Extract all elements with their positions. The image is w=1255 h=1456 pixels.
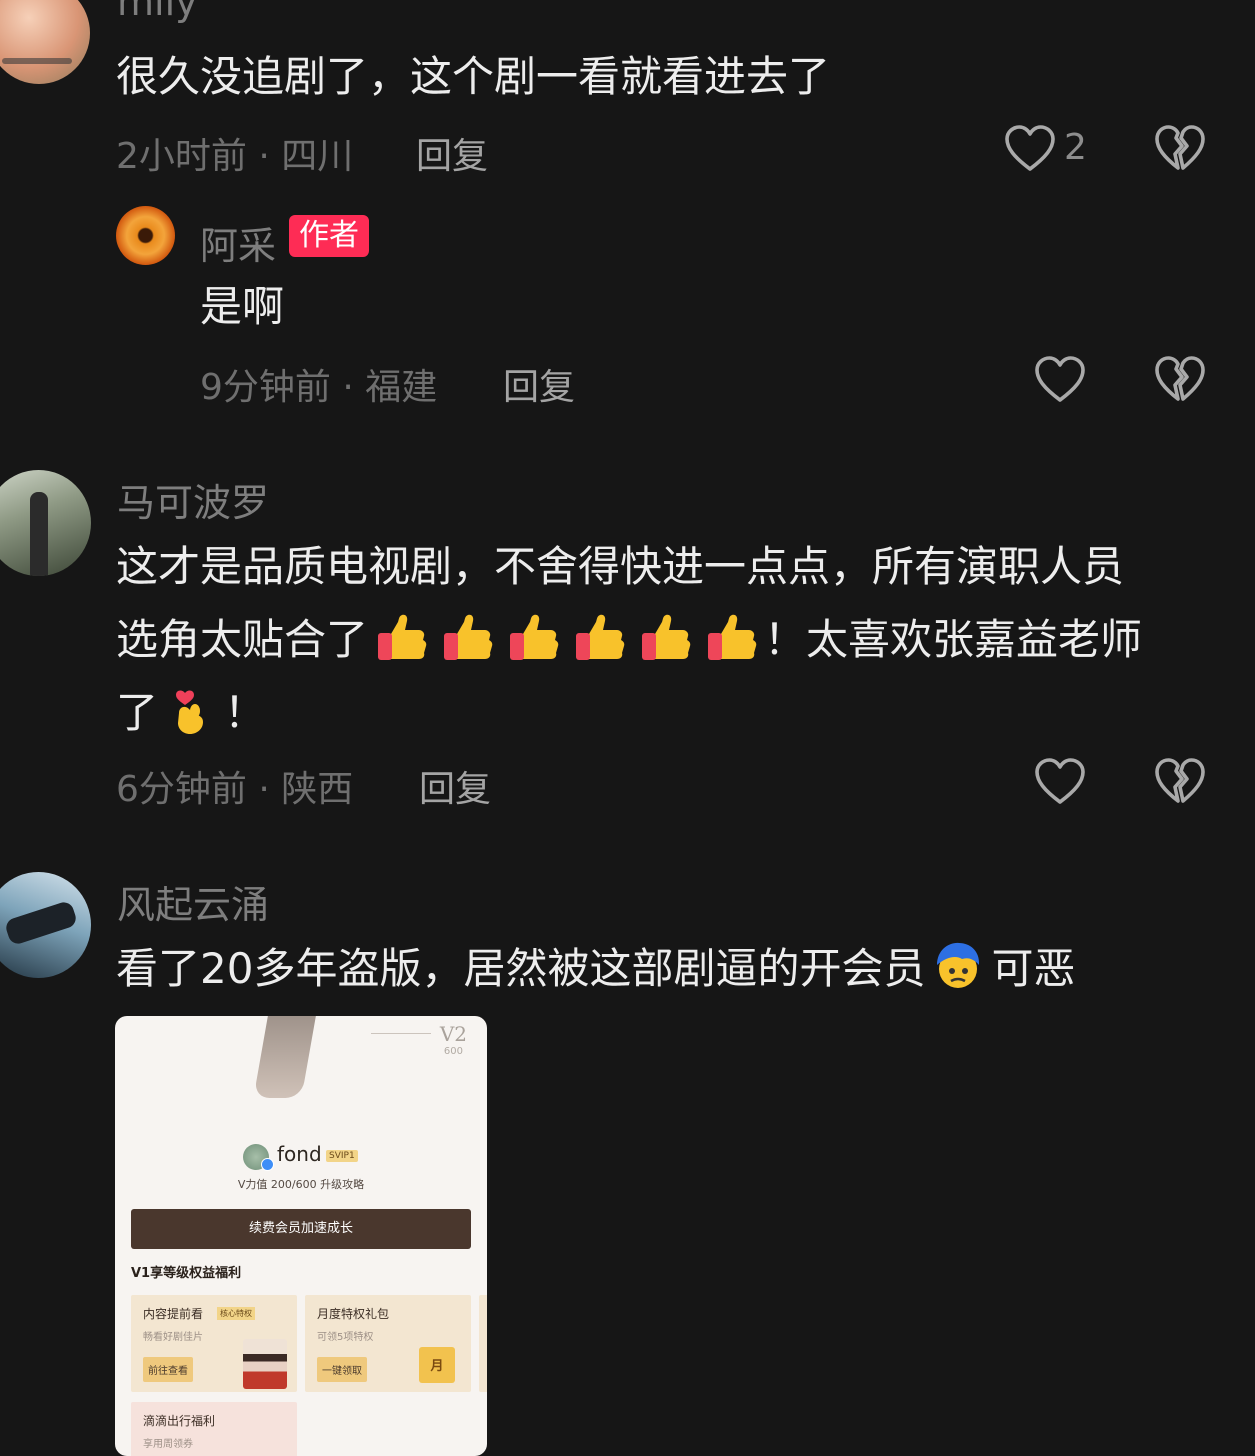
comment-text-line: 了！ (116, 676, 266, 749)
thumbs-up-icon (441, 612, 493, 662)
comment-text-segment: 可恶 (991, 944, 1076, 993)
comment-image[interactable]: V2 600 fond SVIP1 V力值 200/600 升级攻略 续费会员加… (115, 1016, 487, 1456)
comment-username[interactable]: 马可波罗 (117, 472, 269, 527)
thumbs-up-icon (573, 612, 625, 662)
avatar-shape (3, 899, 79, 947)
comment-username[interactable]: mily (117, 0, 198, 24)
comment-text-line: 选角太贴合了 ！太喜欢张嘉益老师 (116, 603, 1142, 676)
benefit-card: 月度特权礼包 可领5项特权 一键领取 月 (305, 1295, 471, 1392)
blue-hair-face-icon (937, 942, 980, 988)
heart-outline-icon[interactable] (1034, 355, 1086, 405)
benefit-card: 内容提前看 核心特权 畅看好剧佳片 前往查看 (131, 1295, 297, 1392)
v-power-info: V力值 200/600 升级攻略 (237, 1178, 365, 1191)
card-subtitle: 可领5项特权 (317, 1332, 374, 1343)
broken-heart-icon[interactable] (1154, 124, 1206, 174)
section-title: V1享等级权益福利 (131, 1266, 242, 1281)
avatar-calligraphy (2, 58, 72, 64)
comment-text-segment: 了 (116, 688, 159, 737)
actress-thumbnail (243, 1339, 287, 1389)
verified-icon (261, 1158, 274, 1171)
reply-button[interactable]: 回复 (416, 127, 488, 179)
thumbs-up-icon (375, 612, 427, 662)
comment-text: 很久没追剧了，这个剧一看就看进去了 (116, 52, 831, 101)
svip-tag: SVIP1 (326, 1150, 358, 1162)
avatar-acai[interactable] (116, 206, 175, 265)
comment-username[interactable]: 风起云涌 (117, 874, 269, 929)
card-button: 一键领取 (317, 1357, 367, 1382)
thumbs-up-icon (507, 612, 559, 662)
avatar-mily[interactable] (0, 0, 90, 84)
level-line (371, 1033, 431, 1034)
author-badge: 作者 (289, 215, 369, 257)
gift-box-icon: 月 (419, 1347, 455, 1383)
card-subtitle: 享用周领券 (143, 1439, 193, 1450)
benefit-card-edge (479, 1295, 487, 1392)
hair-decoration (253, 1016, 317, 1098)
renew-button: 续费会员加速成长 (131, 1209, 471, 1249)
card-button: 前往查看 (143, 1357, 193, 1382)
reply-text: 是啊 (200, 282, 285, 331)
avatar-fengqiyunyong[interactable] (0, 872, 91, 978)
thumbs-up-icon (639, 612, 691, 662)
gift-label: 月 (430, 1359, 444, 1374)
comment-text-line: 这才是品质电视剧，不舍得快进一点点，所有演职人员 (116, 542, 1125, 591)
like-count: 2 (1064, 127, 1087, 168)
card-subtitle: 畅看好剧佳片 (143, 1332, 203, 1343)
reply-username[interactable]: 阿采 (200, 215, 276, 270)
card-tag: 核心特权 (217, 1307, 255, 1320)
card-title: 内容提前看 (143, 1307, 204, 1321)
comment-meta: 6分钟前 · 陕西 (116, 769, 354, 810)
card-title: 滴滴出行福利 (143, 1414, 216, 1428)
heart-outline-icon[interactable] (1004, 124, 1056, 174)
member-username: fond (277, 1142, 322, 1166)
card-title: 月度特权礼包 (317, 1307, 390, 1321)
benefit-card: 滴滴出行福利 享用周领券 (131, 1402, 297, 1456)
comment-text-segment: 看了20多年盗版，居然被这部剧逼的开会员 (116, 944, 926, 993)
heart-outline-icon[interactable] (1034, 757, 1086, 807)
comment-text-segment: ！太喜欢张嘉益老师 (764, 615, 1143, 664)
level-points: 600 (443, 1046, 463, 1057)
reply-button[interactable]: 回复 (419, 760, 491, 812)
broken-heart-icon[interactable] (1154, 355, 1206, 405)
reply-meta: 9分钟前 · 福建 (200, 367, 438, 408)
broken-heart-icon[interactable] (1154, 757, 1206, 807)
comment-text-segment: ！ (224, 688, 267, 737)
reply-button[interactable]: 回复 (503, 358, 575, 410)
comment-meta: 2小时前 · 四川 (116, 136, 354, 177)
avatar-statue (30, 492, 48, 576)
comment-text-segment: 选角太贴合了 (116, 615, 369, 664)
finger-heart-icon (165, 685, 217, 735)
level-label: V2 (439, 1022, 467, 1046)
comment-text-line: 看了20多年盗版，居然被这部剧逼的开会员 可恶 (116, 932, 1075, 1005)
avatar-makeboluo[interactable] (0, 470, 91, 576)
thumbs-up-icon (705, 612, 757, 662)
